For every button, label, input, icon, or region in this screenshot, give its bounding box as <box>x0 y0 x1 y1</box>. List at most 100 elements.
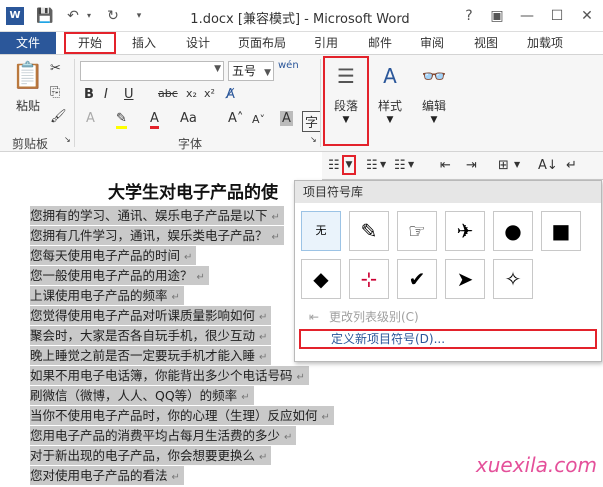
chevron-down-icon: ▼ <box>214 64 221 74</box>
font-size-input[interactable]: 五号 ▼ <box>228 61 274 81</box>
document-line[interactable]: 如果不用电子电话簿，你能背出多少个电话号码 ↵ <box>30 366 309 385</box>
document-line[interactable]: 晚上睡觉之前是否一定要玩手机才能入睡 ↵ <box>30 346 272 365</box>
title-bar: W 💾 ↶ ▾ ↻ ▾ 1.docx [兼容模式] - Microsoft Wo… <box>0 0 603 32</box>
multilevel-dropdown-icon[interactable]: ▼ <box>408 160 414 169</box>
clipboard-launcher-icon[interactable]: ↘ <box>64 135 71 144</box>
copy-icon[interactable]: ⎘ <box>50 85 60 100</box>
document-line[interactable]: 您拥有几件学习，通讯，娱乐类电子产品？ ↵ <box>30 226 284 245</box>
document-line[interactable]: 刷微信（微博，人人、QQ等）的频率 ↵ <box>30 386 254 405</box>
document-line[interactable]: 您用电子产品的消费平均占每月生活费的多少 ↵ <box>30 426 297 445</box>
change-case-icon[interactable]: Aa <box>180 111 197 126</box>
phonetic-guide-icon[interactable]: wén <box>278 60 299 71</box>
grow-font-icon[interactable]: A˄ <box>228 111 243 126</box>
text-effects-icon[interactable]: A <box>86 111 95 126</box>
italic-icon[interactable]: I <box>104 87 108 102</box>
help-icon[interactable]: ? <box>460 7 478 25</box>
font-color-icon[interactable]: A <box>150 111 159 129</box>
bullet-square[interactable]: ■ <box>541 211 581 251</box>
bold-icon[interactable]: B <box>84 87 94 102</box>
define-new-bullet-item[interactable]: 定义新项目符号(D)... <box>299 329 597 349</box>
bullet-star[interactable]: ✧ <box>493 259 533 299</box>
document-line[interactable]: 您对使用电子产品的看法 ↵ <box>30 466 184 485</box>
cut-icon[interactable]: ✂ <box>50 61 61 76</box>
document-line[interactable]: 聚会时，大家是否各自玩手机，很少互动 ↵ <box>30 326 272 345</box>
bullet-library-header: 项目符号库 <box>295 181 601 203</box>
increase-indent-icon[interactable]: ⇥ <box>466 158 477 173</box>
tab-mailings[interactable]: 邮件 <box>358 32 402 54</box>
minimize-icon[interactable]: — <box>518 7 536 25</box>
show-marks-icon[interactable]: ↵ <box>566 158 577 173</box>
decrease-indent-icon[interactable]: ⇤ <box>440 158 451 173</box>
paste-button[interactable]: 📋 粘贴 <box>8 59 48 131</box>
tab-file[interactable]: 文件 <box>0 32 56 54</box>
clear-formatting-icon[interactable]: A̸ <box>226 87 235 102</box>
underline-icon[interactable]: U <box>124 87 134 102</box>
document-line[interactable]: 您每天使用电子产品的时间 ↵ <box>30 246 197 265</box>
bullet-four-diamonds[interactable]: ⊹ <box>349 259 389 299</box>
tab-design[interactable]: 设计 <box>176 32 220 54</box>
enclose-characters-icon[interactable]: 字 <box>302 111 322 132</box>
chevron-down-icon: ▼ <box>386 115 394 125</box>
subscript-icon[interactable]: x₂ <box>186 87 197 100</box>
tab-addins[interactable]: 加载项 <box>518 32 572 54</box>
format-painter-icon[interactable]: 🖌 <box>50 109 67 124</box>
shrink-font-icon[interactable]: A˅ <box>252 113 265 126</box>
tab-view[interactable]: 视图 <box>464 32 508 54</box>
tab-page-layout[interactable]: 页面布局 <box>230 32 294 54</box>
save-icon[interactable]: 💾 <box>36 7 54 25</box>
ribbon-tabs: 文件 开始 插入 设计 页面布局 引用 邮件 审阅 视图 加载项 <box>0 32 603 54</box>
word-logo-icon: W <box>6 7 24 25</box>
document-title: 大学生对电子产品的使 <box>108 183 278 203</box>
bullet-diamond[interactable]: ◆ <box>301 259 341 299</box>
styles-label: 样式 <box>377 99 402 113</box>
tab-references[interactable]: 引用 <box>304 32 348 54</box>
tab-home[interactable]: 开始 <box>64 32 116 54</box>
undo-dropdown-icon[interactable]: ▾ <box>80 7 98 25</box>
chevron-down-icon: ▼ <box>430 115 438 125</box>
maximize-icon[interactable]: ☐ <box>548 7 566 25</box>
document-line[interactable]: 当你不使用电子产品时，你的心理（生理）反应如何 ↵ <box>30 406 334 425</box>
sort-icon[interactable]: A↓ <box>538 158 558 173</box>
tab-insert[interactable]: 插入 <box>122 32 166 54</box>
bullet-checkmark[interactable]: ✔ <box>397 259 437 299</box>
superscript-icon[interactable]: x² <box>204 87 215 100</box>
styles-button[interactable]: A 样式 ▼ <box>370 59 410 131</box>
bullet-pointing-hand[interactable]: ☞ <box>397 211 437 251</box>
font-name-input[interactable]: ▼ <box>80 61 224 81</box>
ribbon: 📋 粘贴 ✂ ⎘ 🖌 剪贴板 ↘ ▼ 五号 ▼ wén B I U abc x₂ … <box>0 54 603 152</box>
numbering-icon[interactable]: ☷ <box>366 158 378 173</box>
binoculars-icon: 👓 <box>421 64 447 88</box>
ribbon-display-options-icon[interactable]: ▣ <box>488 7 506 25</box>
editing-button[interactable]: 👓 编辑 ▼ <box>414 59 454 131</box>
clipboard-group-label: 剪贴板 <box>12 137 49 151</box>
strikethrough-icon[interactable]: abc <box>158 87 178 100</box>
bullet-airplane[interactable]: ✈ <box>445 211 485 251</box>
character-shading-icon[interactable]: A <box>280 111 293 126</box>
close-icon[interactable]: ✕ <box>578 7 596 25</box>
font-launcher-icon[interactable]: ↘ <box>310 135 317 144</box>
chinese-layout-icon[interactable]: ⊞ <box>498 158 509 173</box>
bullet-pencil[interactable]: ✎ <box>349 211 389 251</box>
multilevel-list-icon[interactable]: ☷ <box>394 158 406 173</box>
bullet-circle[interactable]: ● <box>493 211 533 251</box>
document-line[interactable]: 上课使用电子产品的频率 ↵ <box>30 286 184 305</box>
bullet-arrowhead[interactable]: ➤ <box>445 259 485 299</box>
document-line[interactable]: 您一般使用电子产品的用途？ ↵ <box>30 266 209 285</box>
bullets-dropdown-icon[interactable]: ▼ <box>342 155 356 175</box>
separator <box>74 59 75 147</box>
customize-toolbar-icon[interactable]: ▾ <box>130 7 148 25</box>
chevron-down-icon: ▼ <box>264 68 271 78</box>
styles-icon: A <box>383 64 397 88</box>
numbering-dropdown-icon[interactable]: ▼ <box>380 160 386 169</box>
change-level-icon: ⇤ <box>309 310 320 324</box>
bullet-none[interactable]: 无 <box>301 211 341 251</box>
bullets-icon[interactable]: ☷ <box>328 158 340 173</box>
chinese-layout-dropdown-icon[interactable]: ▼ <box>514 160 520 169</box>
tab-review[interactable]: 审阅 <box>410 32 454 54</box>
paragraph-toolbar: ☷ ▼ ☷ ▼ ☷ ▼ ⇤ ⇥ ⊞ ▼ A↓ ↵ <box>322 152 603 180</box>
document-line[interactable]: 您拥有的学习、通讯、娱乐电子产品是以下 ↵ <box>30 206 284 225</box>
document-line[interactable]: 对于新出现的电子产品，你会想要更换么 ↵ <box>30 446 272 465</box>
redo-icon[interactable]: ↻ <box>104 7 122 25</box>
highlight-icon[interactable]: ✎ <box>116 111 127 129</box>
document-line[interactable]: 您觉得使用电子产品对听课质量影响如何 ↵ <box>30 306 272 325</box>
